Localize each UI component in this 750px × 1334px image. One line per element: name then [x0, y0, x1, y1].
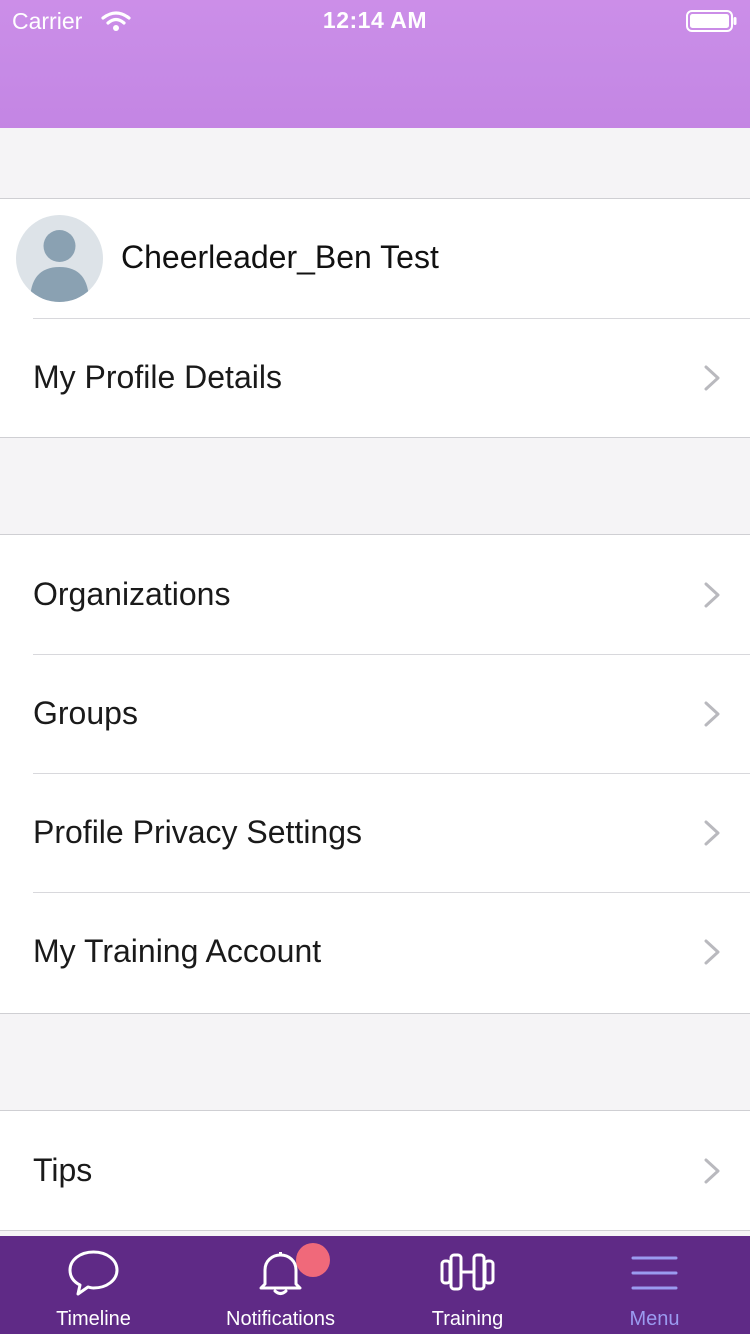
- status-bar: Carrier 12:14 AM: [0, 0, 750, 40]
- tab-timeline[interactable]: Timeline: [0, 1236, 187, 1334]
- menu-item-groups[interactable]: Groups: [0, 654, 750, 773]
- profile-section: Cheerleader_Ben Test My Profile Details: [0, 198, 750, 438]
- bell-icon: [259, 1252, 302, 1295]
- chevron-right-icon: [704, 582, 720, 608]
- chevron-right-icon: [704, 701, 720, 727]
- chevron-right-icon: [704, 365, 720, 391]
- menu-item-label: Groups: [33, 695, 138, 731]
- battery-icon: [686, 10, 737, 32]
- tab-label: Training: [431, 1308, 504, 1330]
- chevron-right-icon: [704, 939, 720, 965]
- menu-item-my-training-account[interactable]: My Training Account: [0, 892, 750, 1011]
- profile-name: Cheerleader_Ben Test: [121, 239, 439, 275]
- menu-item-label: My Training Account: [33, 933, 322, 969]
- notification-badge: [296, 1243, 330, 1277]
- menu-item-label: Tips: [33, 1152, 93, 1188]
- hamburger-menu-icon: [631, 1256, 678, 1290]
- tab-label: Notifications: [226, 1308, 335, 1330]
- account-section: Organizations Groups Profile Privacy Set…: [0, 534, 750, 1014]
- avatar: [16, 215, 103, 302]
- header-banner: Carrier 12:14 AM: [0, 0, 750, 128]
- section-spacer: [0, 1014, 750, 1110]
- chevron-right-icon: [704, 1158, 720, 1184]
- section-spacer: [0, 438, 750, 534]
- menu-item-organizations[interactable]: Organizations: [0, 535, 750, 654]
- tab-training[interactable]: Training: [374, 1236, 561, 1334]
- profile-row[interactable]: Cheerleader_Ben Test: [0, 199, 750, 318]
- tab-notifications[interactable]: Notifications: [187, 1236, 374, 1334]
- speech-bubble-icon: [68, 1250, 119, 1296]
- section-spacer: [0, 128, 750, 198]
- tab-bar: Timeline Notifications Training Menu: [0, 1236, 750, 1334]
- help-section: Tips: [0, 1110, 750, 1231]
- menu-item-profile-privacy-settings[interactable]: Profile Privacy Settings: [0, 773, 750, 892]
- tab-label: Menu: [629, 1308, 680, 1330]
- chevron-right-icon: [704, 820, 720, 846]
- menu-item-tips[interactable]: Tips: [0, 1111, 750, 1230]
- menu-item-label: My Profile Details: [33, 359, 282, 395]
- status-time: 12:14 AM: [322, 7, 428, 33]
- menu-item-label: Profile Privacy Settings: [33, 814, 363, 850]
- tab-menu[interactable]: Menu: [561, 1236, 748, 1334]
- dumbbell-icon: [440, 1253, 495, 1291]
- menu-item-label: Organizations: [33, 576, 231, 612]
- tab-label: Timeline: [56, 1308, 131, 1330]
- menu-item-my-profile-details[interactable]: My Profile Details: [0, 318, 750, 437]
